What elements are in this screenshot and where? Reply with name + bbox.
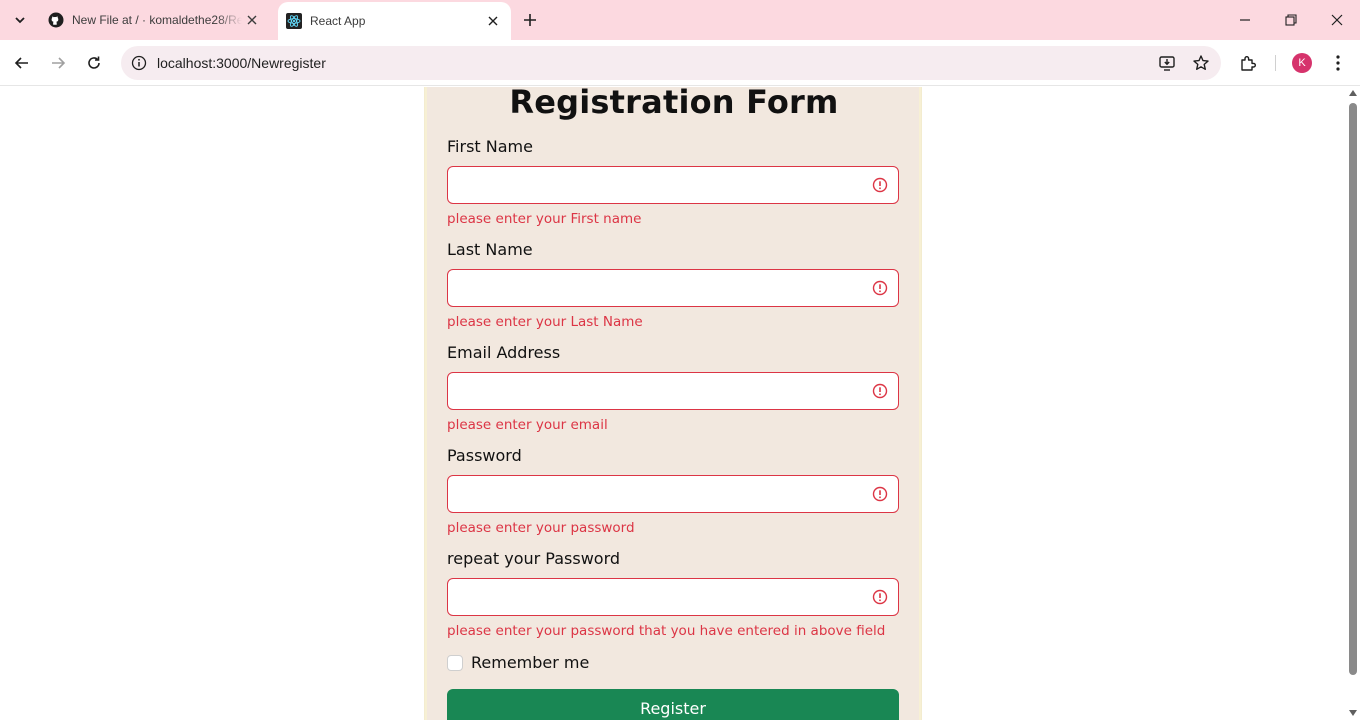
toolbar-divider (1275, 55, 1276, 71)
minimize-icon[interactable] (1222, 0, 1268, 40)
bookmark-star-icon[interactable] (1187, 49, 1215, 77)
last-name-error: please enter your Last Name (447, 314, 643, 330)
tab-strip: New File at / · komaldethe28/React React… (0, 0, 1360, 40)
email-label: Email Address (447, 343, 561, 362)
address-bar[interactable]: localhost:3000/Newregister (121, 46, 1221, 80)
password-error: please enter your password (447, 520, 635, 536)
close-window-icon[interactable] (1314, 0, 1360, 40)
repeat-password-label: repeat your Password (447, 549, 621, 568)
last-name-label: Last Name (447, 240, 533, 259)
new-tab-plus-icon[interactable] (518, 8, 542, 32)
repeat-password-error: please enter your password that you have… (447, 623, 886, 639)
site-info-icon[interactable] (129, 53, 149, 73)
profile-avatar[interactable]: K (1292, 53, 1312, 73)
last-name-input[interactable] (447, 269, 899, 307)
repeat-password-input[interactable] (447, 578, 899, 616)
registration-form: Registration Form First Name please ente… (424, 87, 922, 720)
react-icon (286, 13, 302, 29)
password-label: Password (447, 446, 522, 465)
tab-search-chevron-icon[interactable] (6, 6, 34, 34)
remember-me-checkbox[interactable] (447, 654, 463, 671)
scroll-down-arrow-icon[interactable] (1349, 710, 1357, 716)
scrollbar-thumb[interactable] (1349, 103, 1357, 675)
reload-icon[interactable] (80, 49, 108, 77)
register-button[interactable]: Register (447, 689, 899, 720)
first-name-label: First Name (447, 137, 533, 156)
tab-title: React App (310, 14, 366, 28)
close-tab-icon[interactable] (242, 10, 262, 30)
tab-react-app[interactable]: React App (278, 2, 511, 40)
page-scrollbar[interactable] (1346, 87, 1360, 720)
first-name-error: please enter your First name (447, 211, 642, 227)
extensions-puzzle-icon[interactable] (1234, 49, 1262, 77)
scroll-up-arrow-icon[interactable] (1349, 90, 1357, 96)
error-exclamation-icon (872, 383, 888, 399)
close-tab-icon[interactable] (483, 11, 503, 31)
page-viewport: Registration Form First Name please ente… (0, 87, 1346, 720)
email-input[interactable] (447, 372, 899, 410)
first-name-input[interactable] (447, 166, 899, 204)
error-exclamation-icon (872, 177, 888, 193)
back-arrow-icon[interactable] (8, 49, 36, 77)
github-icon (48, 12, 64, 28)
menu-kebab-icon[interactable] (1324, 49, 1352, 77)
email-error: please enter your email (447, 417, 608, 433)
error-exclamation-icon (872, 589, 888, 605)
error-exclamation-icon (872, 280, 888, 296)
tab-title: New File at / · komaldethe28/React (72, 13, 242, 27)
browser-toolbar: localhost:3000/Newregister (0, 40, 1360, 86)
remember-me-row: Remember me (447, 653, 589, 672)
error-exclamation-icon (872, 486, 888, 502)
url-text: localhost:3000/Newregister (157, 55, 326, 71)
install-app-icon[interactable] (1153, 49, 1181, 77)
password-input[interactable] (447, 475, 899, 513)
tab-github[interactable]: New File at / · komaldethe28/React (40, 0, 270, 40)
remember-me-label[interactable]: Remember me (471, 653, 589, 672)
forward-arrow-icon[interactable] (44, 49, 72, 77)
form-title: Registration Form (509, 87, 839, 121)
restore-icon[interactable] (1268, 0, 1314, 40)
